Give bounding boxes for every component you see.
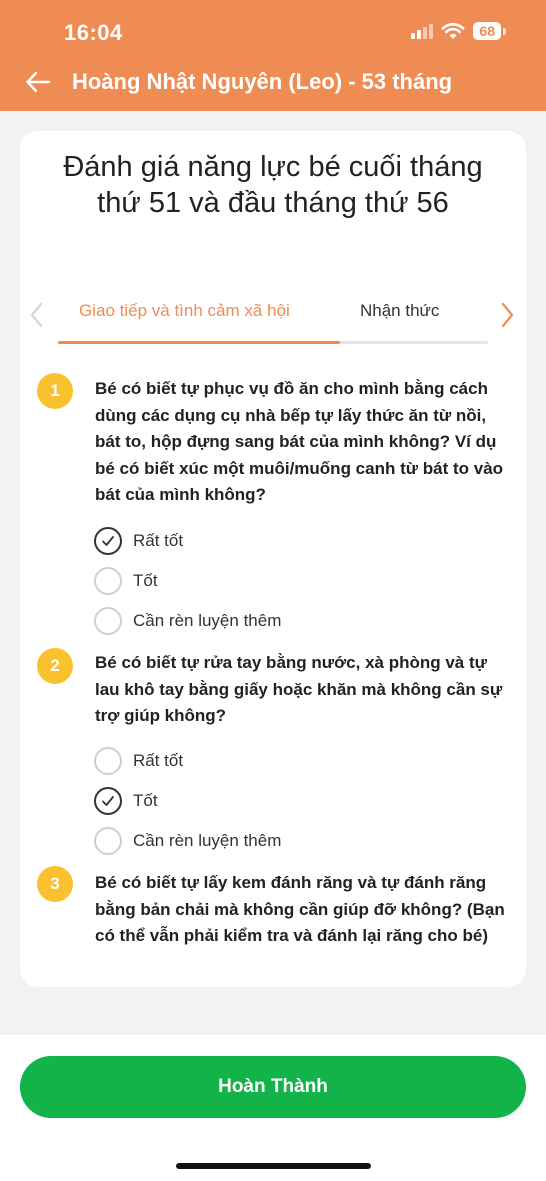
app-header: 16:04 68 Hoàng Nhật Nguyên (Leo) - 53 th… [0,0,546,111]
option-label: Cần rèn luyện thêm [133,611,282,630]
radio-unchecked[interactable] [94,747,122,775]
radio-checked[interactable] [94,527,122,555]
option-radio-needs-practice[interactable]: Cần rèn luyện thêm [94,827,281,855]
question-text: Bé có biết tự lấy kem đánh răng và tự đá… [95,873,505,945]
back-arrow-icon[interactable] [24,68,52,96]
option-radio-good[interactable]: Tốt [94,787,158,815]
option-radio-very-good[interactable]: Rất tốt [94,747,183,775]
option-radio-good[interactable]: Tốt [94,567,158,595]
status-time: 16:04 [64,20,123,45]
tab-social-emotional[interactable]: Giao tiếp và tình cảm xã hội [79,301,290,321]
battery-icon: 68 [473,22,506,40]
tab-active-indicator [58,341,340,344]
assessment-title: Đánh giá năng lực bé cuối tháng thứ 51 v… [63,151,483,219]
bottom-bar: Hoàn Thành [0,1035,546,1181]
question-number-badge: 2 [37,648,73,684]
radio-unchecked[interactable] [94,827,122,855]
battery-level: 68 [473,22,501,40]
question-text: Bé có biết tự phục vụ đồ ăn cho mình bằn… [95,379,504,504]
chevron-right-icon[interactable] [498,301,516,329]
check-icon [102,536,114,546]
option-label: Rất tốt [133,531,184,550]
radio-unchecked[interactable] [94,607,122,635]
status-icons: 68 [411,22,506,40]
question-number-badge: 3 [37,866,73,902]
option-radio-very-good[interactable]: Rất tốt [94,527,183,555]
option-label: Rất tốt [133,751,184,770]
assessment-card: Đánh giá năng lực bé cuối tháng thứ 51 v… [20,131,526,987]
radio-checked[interactable] [94,787,122,815]
option-label: Cần rèn luyện thêm [133,831,282,850]
check-icon [102,796,114,806]
chevron-left-icon[interactable] [28,301,46,329]
option-radio-needs-practice[interactable]: Cần rèn luyện thêm [94,607,281,635]
wifi-icon [441,23,465,39]
tab-cognition[interactable]: Nhận thức [360,301,439,321]
question-text: Bé có biết tự rửa tay bằng nước, xà phòn… [95,653,503,725]
option-label: Tốt [133,791,158,810]
cellular-signal-icon [411,23,434,39]
page-title: Hoàng Nhật Nguyên (Leo) - 53 tháng [72,69,453,94]
complete-button[interactable]: Hoàn Thành [20,1056,526,1118]
radio-unchecked[interactable] [94,567,122,595]
option-label: Tốt [133,571,158,590]
question-number-badge: 1 [37,373,73,409]
home-indicator [176,1163,371,1169]
